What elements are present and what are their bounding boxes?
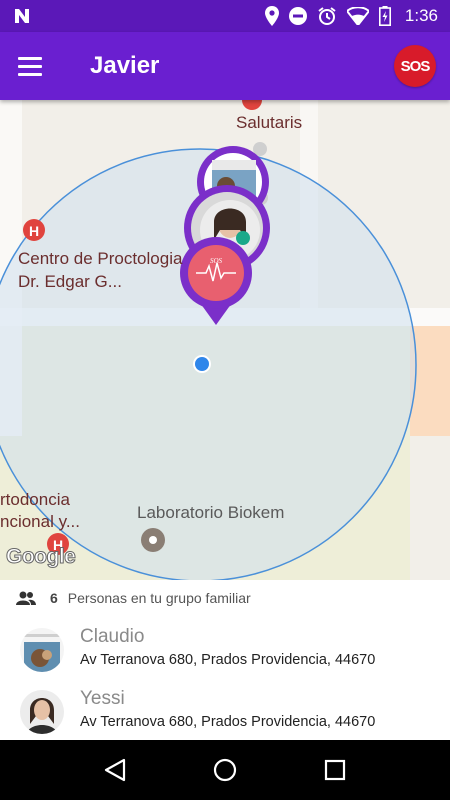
poi-label-laboratorio[interactable]: Laboratorio Biokem bbox=[137, 502, 284, 524]
page-title: Javier bbox=[90, 52, 160, 79]
member-address: Av Terranova 680, Prados Providencia, 44… bbox=[80, 714, 376, 730]
group-label: Personas en tu grupo familiar bbox=[67, 590, 251, 606]
google-attribution: Google bbox=[5, 545, 76, 569]
alarm-icon bbox=[318, 7, 336, 25]
status-bar: 1:36 bbox=[0, 0, 450, 32]
notification-n-icon bbox=[15, 9, 29, 23]
svg-text:H: H bbox=[29, 223, 39, 239]
poi-label-ortodoncia-2[interactable]: ncional y... bbox=[0, 511, 80, 533]
poi-label-proctologia-2[interactable]: Dr. Edgar G... bbox=[18, 271, 122, 293]
member-row-claudio[interactable]: Claudio Av Terranova 680, Prados Provide… bbox=[0, 622, 450, 682]
poi-label-proctologia[interactable]: Centro de Proctologia bbox=[18, 248, 182, 270]
user-location-dot bbox=[195, 357, 209, 371]
group-count: 6 bbox=[50, 590, 58, 606]
member-address: Av Terranova 680, Prados Providencia, 44… bbox=[80, 652, 376, 668]
hospital-icon: H bbox=[23, 219, 45, 241]
place-marker-icon bbox=[141, 528, 165, 552]
back-icon[interactable] bbox=[95, 750, 135, 790]
wifi-icon bbox=[346, 7, 369, 25]
group-summary: 6 Personas en tu grupo familiar bbox=[16, 590, 251, 606]
sos-button[interactable]: SOS bbox=[394, 45, 436, 87]
battery-charging-icon bbox=[378, 6, 391, 26]
hospital-icon bbox=[242, 100, 262, 110]
home-icon[interactable] bbox=[205, 750, 245, 790]
avatar bbox=[20, 628, 64, 672]
status-clock: 1:36 bbox=[404, 6, 438, 25]
avatar bbox=[20, 690, 64, 734]
hamburger-menu-icon[interactable] bbox=[18, 50, 50, 82]
member-row-yessi[interactable]: Yessi Av Terranova 680, Prados Providenc… bbox=[0, 684, 450, 744]
location-icon bbox=[264, 6, 279, 26]
poi-label-ortodoncia[interactable]: rtodoncia bbox=[0, 489, 70, 511]
recents-icon[interactable] bbox=[315, 750, 355, 790]
family-panel: 6 Personas en tu grupo familiar Claudio … bbox=[0, 580, 450, 740]
poi-label-salutaris[interactable]: Salutaris bbox=[236, 112, 302, 134]
member-name: Yessi bbox=[80, 688, 125, 709]
svg-text:SOS: SOS bbox=[210, 257, 223, 265]
do-not-disturb-icon bbox=[288, 7, 307, 25]
map-view[interactable]: H H SOS Salutaris Centro de Proctologia … bbox=[0, 100, 450, 580]
system-nav-bar bbox=[0, 740, 450, 800]
app-bar: Javier SOS bbox=[0, 32, 450, 100]
member-name: Claudio bbox=[80, 626, 145, 647]
people-icon bbox=[16, 591, 36, 605]
